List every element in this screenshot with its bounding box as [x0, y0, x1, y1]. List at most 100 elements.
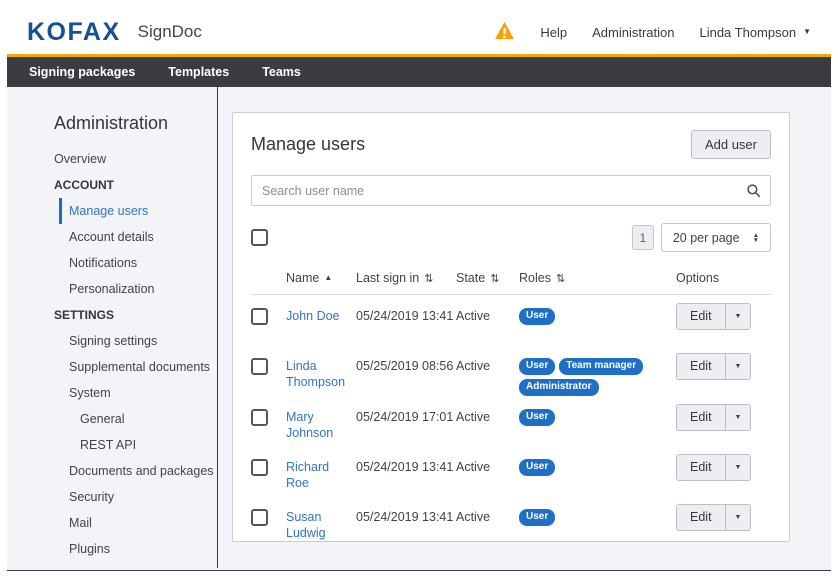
edit-dropdown-toggle[interactable]: ▼ [725, 354, 751, 379]
sidebar-section-account: ACCOUNT [54, 172, 217, 198]
sidebar-item-general[interactable]: General [80, 406, 217, 432]
table-header: Name ▲ Last sign in ⇅ State ⇅ Roles ⇅ Options [251, 271, 771, 295]
edit-button[interactable]: Edit [677, 304, 725, 329]
edit-button[interactable]: Edit [677, 405, 725, 430]
edit-button[interactable]: Edit [677, 354, 725, 379]
options-cell: Edit▼ [676, 308, 771, 330]
card-header: Manage users Add user [251, 130, 771, 159]
state-cell: Active [456, 459, 519, 475]
column-header-roles[interactable]: Roles ⇅ [519, 271, 676, 285]
user-name-link[interactable]: Richard Roe [286, 460, 329, 490]
nav-item-signing-packages[interactable]: Signing packages [29, 65, 135, 79]
role-badge-user: User [519, 409, 555, 426]
sidebar-item-signing-settings[interactable]: Signing settings [69, 328, 217, 354]
sort-both-icon: ⇅ [490, 273, 499, 285]
column-label: State [456, 271, 485, 285]
options-cell: Edit▼ [676, 509, 771, 531]
user-name-link[interactable]: John Doe [286, 309, 340, 323]
edit-button[interactable]: Edit [677, 455, 725, 480]
search-input[interactable] [251, 175, 771, 206]
roles-cell: User [519, 308, 676, 325]
role-badge-user: User [519, 459, 555, 476]
select-spinner-icon: ▲▼ [753, 233, 759, 243]
edit-button[interactable]: Edit [677, 505, 725, 530]
sidebar-item-rest-api[interactable]: REST API [80, 432, 217, 458]
sidebar-item-mail[interactable]: Mail [69, 510, 217, 536]
content-area: Administration OverviewACCOUNTManage use… [7, 87, 831, 568]
sidebar-item-personalization[interactable]: Personalization [69, 276, 217, 302]
roles-cell: User [519, 409, 676, 426]
last-sign-in-cell: 05/24/2019 13:41 [356, 459, 456, 475]
column-label: Name [286, 271, 319, 285]
sort-both-icon: ⇅ [424, 273, 433, 285]
edit-dropdown-toggle[interactable]: ▼ [725, 405, 751, 430]
search-bar [251, 175, 771, 206]
main-nav: Signing packages Templates Teams [7, 57, 831, 87]
edit-dropdown-toggle[interactable]: ▼ [725, 304, 751, 329]
roles-cell: User [519, 459, 676, 476]
column-header-last-sign-in[interactable]: Last sign in ⇅ [356, 271, 456, 285]
sort-ascending-icon: ▲ [324, 273, 332, 282]
column-header-name[interactable]: Name ▲ [286, 271, 356, 285]
per-page-select[interactable]: 20 per page ▲▼ [661, 223, 771, 252]
edit-split-button: Edit▼ [676, 303, 751, 330]
edit-split-button: Edit▼ [676, 504, 751, 531]
row-checkbox[interactable] [251, 459, 268, 476]
row-checkbox[interactable] [251, 308, 268, 325]
column-label: Roles [519, 271, 551, 285]
edit-split-button: Edit▼ [676, 353, 751, 380]
options-cell: Edit▼ [676, 459, 771, 481]
page-title: Manage users [251, 134, 365, 155]
list-toolbar: 1 20 per page ▲▼ [251, 223, 771, 252]
column-label: Last sign in [356, 271, 419, 285]
edit-dropdown-toggle[interactable]: ▼ [725, 455, 751, 480]
column-label: Options [676, 271, 719, 285]
roles-cell: User [519, 509, 676, 526]
sidebar-item-notifications[interactable]: Notifications [69, 250, 217, 276]
add-user-button[interactable]: Add user [691, 130, 771, 159]
sidebar-item-system[interactable]: System [69, 380, 217, 406]
help-link[interactable]: Help [540, 25, 567, 40]
sidebar-title: Administration [54, 113, 217, 134]
nav-item-teams[interactable]: Teams [262, 65, 301, 79]
options-cell: Edit▼ [676, 358, 771, 380]
kofax-logo: KOFAX [27, 20, 121, 45]
sidebar-item-plugins[interactable]: Plugins [69, 536, 217, 562]
sidebar-item-security[interactable]: Security [69, 484, 217, 510]
state-cell: Active [456, 358, 519, 374]
user-name-link[interactable]: Susan Ludwig [286, 510, 326, 540]
main-panel: Manage users Add user 1 [218, 87, 831, 568]
sidebar-item-account-details[interactable]: Account details [69, 224, 217, 250]
row-checkbox[interactable] [251, 409, 268, 426]
user-name-link[interactable]: Linda Thompson [286, 359, 345, 389]
warning-icon[interactable] [494, 21, 515, 43]
last-sign-in-cell: 05/24/2019 17:01 [356, 409, 456, 425]
column-header-state[interactable]: State ⇅ [456, 271, 519, 285]
nav-item-templates[interactable]: Templates [168, 65, 229, 79]
state-cell: Active [456, 308, 519, 324]
table-row: Linda Thompson05/25/2019 08:56ActiveUser… [251, 345, 771, 396]
sort-both-icon: ⇅ [556, 273, 565, 285]
column-header-options: Options [676, 271, 771, 285]
top-header: KOFAX SignDoc Help Administration Linda … [7, 10, 831, 57]
select-all-checkbox[interactable] [251, 229, 268, 246]
last-sign-in-cell: 05/24/2019 13:41 [356, 509, 456, 525]
user-name-link[interactable]: Mary Johnson [286, 410, 333, 440]
sidebar-item-manage-users[interactable]: Manage users [59, 198, 217, 224]
row-checkbox[interactable] [251, 509, 268, 526]
edit-split-button: Edit▼ [676, 404, 751, 431]
edit-dropdown-toggle[interactable]: ▼ [725, 505, 751, 530]
table-row: Richard Roe 05/24/2019 13:41ActiveUser Edi… [251, 446, 771, 496]
page-button[interactable]: 1 [632, 225, 654, 250]
role-badge-team-manager: Team manager [559, 358, 643, 375]
administration-link[interactable]: Administration [592, 25, 674, 40]
sidebar-item-overview[interactable]: Overview [54, 146, 217, 172]
sidebar-item-documents-and-packages[interactable]: Documents and packages [69, 458, 217, 484]
user-menu[interactable]: Linda Thompson ▼ [699, 25, 811, 40]
sidebar-section-settings: SETTINGS [54, 302, 217, 328]
state-cell: Active [456, 409, 519, 425]
product-name: SignDoc [138, 22, 202, 42]
sidebar-item-supplemental-documents[interactable]: Supplemental documents [69, 354, 217, 380]
search-icon[interactable] [746, 183, 761, 203]
row-checkbox[interactable] [251, 358, 268, 375]
